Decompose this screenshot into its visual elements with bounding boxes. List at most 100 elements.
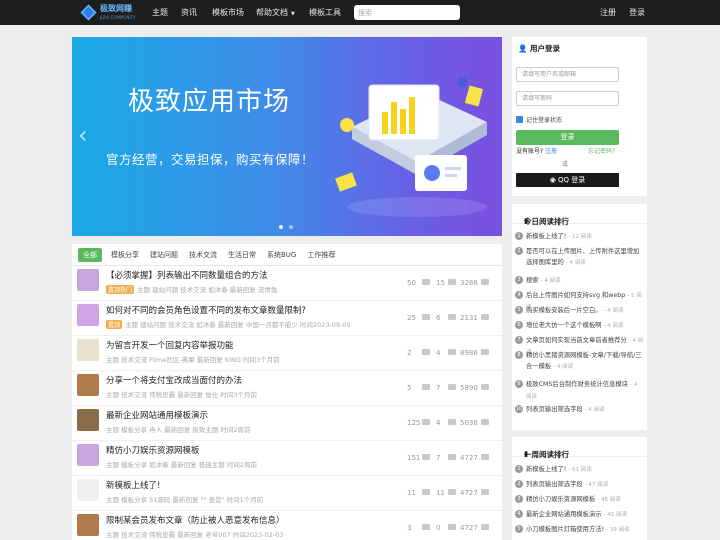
tab-system-bug[interactable]: 系统BUG	[267, 248, 296, 262]
hero-banner[interactable]: 极致应用市场 官方经营，交易担保，购买有保障！ ‹	[72, 37, 502, 236]
rank-item[interactable]: 8 精仿小黑猪资源网模板-文章/下载/导航/三合一模板 - 4 阅读	[515, 350, 644, 373]
rank-item[interactable]: 10 列表页输出筛选字段 - 4 阅读	[515, 404, 644, 416]
nav-item-news[interactable]: 资讯	[181, 7, 197, 18]
topic-title[interactable]: 【必须掌握】列表输出不同数量组合的方法	[106, 269, 268, 281]
tab-daily-life[interactable]: 生活日常	[228, 248, 256, 262]
password-field[interactable]: 请填写密码	[516, 91, 619, 106]
rank-item[interactable]: 2 列表页输出筛选字段 - 47 阅读	[515, 479, 644, 491]
topic-title[interactable]: 限制某会员发布文章（防止被人恶意发布信息）	[106, 514, 285, 526]
rank-item-title[interactable]: 新模板上线了!	[526, 466, 566, 473]
topic-title[interactable]: 新模板上线了!	[106, 479, 160, 491]
login-link[interactable]: 登录	[629, 7, 645, 18]
like-count: 4727	[460, 454, 478, 462]
topic-row[interactable]: 新模板上线了! 主题 模板分享 51源码 最新回复 "" 查您" 时间1个月前 11…	[72, 476, 502, 511]
avatar[interactable]	[77, 444, 99, 466]
rank-item-reads: - 4 阅读	[565, 260, 586, 266]
eye-icon	[422, 349, 430, 355]
nav-item-template-tools[interactable]: 模板工具	[309, 7, 341, 18]
rank-number: 3	[515, 276, 523, 284]
rank-item-title[interactable]: 搜索	[526, 277, 539, 284]
search-input[interactable]	[354, 5, 460, 20]
tab-all[interactable]: 全部	[78, 247, 102, 262]
topic-title[interactable]: 分享一个将支付宝改成当面付的办法	[106, 374, 242, 386]
rank-item-title[interactable]: 增位老大仿一个这个模板啊	[526, 322, 602, 329]
rank-item-reads: - 4 阅读	[584, 407, 605, 413]
tab-site-questions[interactable]: 建站问题	[150, 248, 178, 262]
topic-row[interactable]: 最新企业网站通用模板演示 主题 模板分享 冉人 最新回复 极致主题 时间2周前 12…	[72, 406, 502, 441]
topic-row[interactable]: 为留言开发一个回复内容举报功能 主题 技术交流 Filme社区-弗果 最新回复 K…	[72, 336, 502, 371]
tab-tech-exchange[interactable]: 技术交流	[189, 248, 217, 262]
rank-item[interactable]: 3 搜索 - 4 阅读	[515, 275, 644, 287]
carousel-dot[interactable]	[279, 225, 283, 229]
rank-item-title[interactable]: 后台上传图片如何支持svg 和webp	[526, 292, 625, 299]
tab-template-share[interactable]: 模板分享	[111, 248, 139, 262]
or-divider: 或	[562, 161, 569, 168]
logo-text: 极致网赚	[100, 3, 132, 13]
nav-item-help-docs[interactable]: 帮助文档 ▼	[256, 7, 295, 18]
carousel-dot[interactable]	[289, 225, 293, 229]
heart-icon	[481, 489, 489, 495]
topic-meta: 置顶 主题 建站问题 技术交流 如沐春 最新回复 中国一点都不能少 时间2023-…	[106, 319, 351, 329]
avatar[interactable]	[77, 514, 99, 536]
nav-item-template-market[interactable]: 模板市场	[212, 7, 244, 18]
topic-row[interactable]: 精仿小刀娱乐资源网模板 主题 模板分享 如沐春 最新回复 极速主题 时间2周前 15…	[72, 441, 502, 476]
rank-item[interactable]: 5 小刀模板图片灯箱使用方法! - 39 阅读	[515, 524, 644, 536]
topic-row[interactable]: 【必须掌握】列表输出不同数量组合的方法 置顶热门 主题 建站问题 技术交流 如沐春 …	[72, 266, 502, 301]
avatar[interactable]	[77, 339, 99, 361]
rank-item[interactable]: 2 是否可以在上传图片、上传附件这里增加选择图库里的 - 4 阅读	[515, 246, 644, 269]
avatar[interactable]	[77, 374, 99, 396]
rank-number: 5	[515, 306, 523, 314]
site-logo[interactable]: 极致网赚 JIZHI COMMUNITY	[80, 3, 137, 21]
remember-checkbox[interactable]	[516, 116, 523, 123]
topic-title[interactable]: 最新企业网站通用模板演示	[106, 409, 208, 421]
avatar[interactable]	[77, 269, 99, 291]
tab-job-recommend[interactable]: 工作推荐	[307, 248, 335, 262]
topic-row[interactable]: 分享一个将支付宝改成当面付的办法 主题 技术交流 伟税皮霸 最新回复 恤仕 时间3…	[72, 371, 502, 406]
rank-number: 3	[515, 495, 523, 503]
avatar[interactable]	[77, 479, 99, 501]
topic-row[interactable]: 如何对不同的会员角色设置不同的发布文章数量限制? 置顶 主题 建站问题 技术交流 如…	[72, 301, 502, 336]
like-count: 4727	[460, 489, 478, 497]
username-field[interactable]: 请填写用户名或邮箱	[516, 67, 619, 82]
comment-icon	[448, 314, 456, 320]
avatar[interactable]	[77, 304, 99, 326]
comment-icon	[448, 384, 456, 390]
remember-login[interactable]: 记住登录状态	[516, 115, 562, 124]
rank-item[interactable]: 3 精仿小刀娱乐资源网模板 - 45 阅读	[515, 494, 644, 506]
topic-row[interactable]: 限制某会员发布文章（防止被人恶意发布信息） 主题 技术交流 伟税皮霸 最新回复 老…	[72, 511, 502, 540]
rank-item-title[interactable]: 列表页输出筛选字段	[526, 481, 583, 488]
rank-item-title[interactable]: 文章页如何实现当前文章前者推荐分	[526, 337, 627, 344]
register-link-panel[interactable]: 注册	[545, 148, 557, 155]
rank-item-title[interactable]: 小刀模板图片灯箱使用方法!	[526, 526, 604, 533]
rank-item-title[interactable]: 极致CMS后台制作财务统计信息模块	[526, 381, 628, 388]
topic-title[interactable]: 精仿小刀娱乐资源网模板	[106, 444, 200, 456]
heart-icon	[481, 314, 489, 320]
rank-item-title[interactable]: 精仿小黑猪资源网模板-文章/下载/导航/三合一模板	[526, 352, 642, 370]
rank-item[interactable]: 5 购买模板安装后一片空白。 - 4 阅读	[515, 305, 644, 317]
login-button[interactable]: 登录	[516, 130, 619, 145]
rank-item-reads: - 4 阅读	[603, 308, 624, 314]
topic-title[interactable]: 为留言开发一个回复内容举报功能	[106, 339, 234, 351]
rank-item[interactable]: 1 新模板上线了! - 12 阅读	[515, 231, 644, 243]
qq-login-button[interactable]: ◉ QQ 登录	[516, 173, 619, 187]
view-count: 2	[407, 349, 412, 357]
heart-icon	[481, 524, 489, 530]
topic-title[interactable]: 如何对不同的会员角色设置不同的发布文章数量限制?	[106, 304, 306, 316]
rank-item-title[interactable]: 最新企业网站通用模板演示	[526, 511, 602, 518]
pinned-badge: 置顶热门	[106, 284, 135, 294]
rank-item[interactable]: 1 新模板上线了! - 61 阅读	[515, 464, 644, 476]
forgot-password-link[interactable]: 忘记密码?	[588, 146, 615, 155]
avatar[interactable]	[77, 409, 99, 431]
rank-item[interactable]: 9 极致CMS后台制作财务统计信息模块 - 4 阅读	[515, 379, 644, 403]
topic-meta: 置顶热门 主题 建站问题 技术交流 如沐春 最新回复 流情兔	[106, 284, 277, 294]
rank-item-title[interactable]: 购买模板安装后一片空白。	[526, 307, 602, 314]
register-link[interactable]: 注册	[600, 7, 616, 18]
rank-item[interactable]: 4 最新企业网站通用模板演示 - 45 阅读	[515, 509, 644, 521]
rank-item-title[interactable]: 列表页输出筛选字段	[526, 406, 583, 413]
like-count: 3286	[460, 279, 478, 287]
rank-item-title[interactable]: 精仿小刀娱乐资源网模板	[526, 496, 595, 503]
nav-item-topics[interactable]: 主题	[152, 7, 168, 18]
rank-item-title[interactable]: 新模板上线了!	[526, 233, 566, 240]
rank-item[interactable]: 6 增位老大仿一个这个模板啊 - 4 阅读	[515, 320, 644, 332]
carousel-prev-icon[interactable]: ‹	[78, 121, 88, 149]
